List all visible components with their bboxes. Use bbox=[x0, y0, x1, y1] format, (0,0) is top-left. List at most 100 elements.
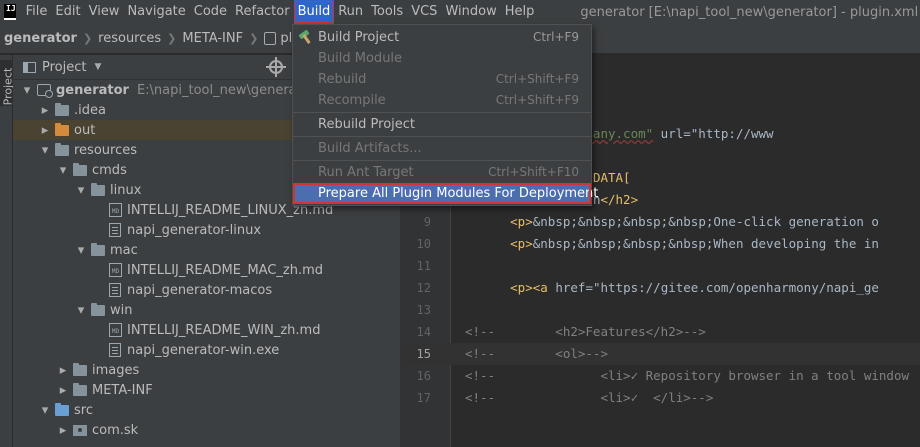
menu-item-label: Build Project bbox=[318, 30, 400, 45]
menu-item-label: Prepare All Plugin Modules For Deploymen… bbox=[318, 186, 599, 201]
build-menu-dropdown: Build Project Ctrl+F9 Build Module Rebuild C… bbox=[292, 24, 598, 206]
code-line[interactable]: 13 bbox=[401, 299, 920, 321]
menu-file[interactable]: File bbox=[22, 0, 52, 24]
line-number: 15 bbox=[416, 347, 431, 361]
code-text: <!-- <ol>--> bbox=[465, 346, 608, 361]
code-text: <p>&nbsp;&nbsp;&nbsp;&nbsp;When developi… bbox=[510, 236, 879, 251]
code-line[interactable]: 16 <!-- <li>✓ Repository browser in a too… bbox=[401, 365, 920, 387]
breadcrumb-resources[interactable]: resources bbox=[98, 31, 161, 46]
code-line[interactable]: 15 <!-- <ol>--> bbox=[401, 343, 920, 365]
left-tool-strip: Project bbox=[0, 55, 15, 447]
tree-node-label: META-INF bbox=[92, 382, 153, 398]
menu-item-label: Run Ant Target bbox=[318, 165, 414, 180]
tree-node-label: win bbox=[110, 302, 133, 318]
tree-node[interactable]: ▸ images bbox=[13, 360, 400, 380]
menu-refactor[interactable]: Refactor bbox=[231, 0, 294, 24]
chevron-right-icon[interactable]: ▸ bbox=[57, 423, 69, 438]
chevron-right-icon: ❯ bbox=[82, 32, 93, 45]
menu-window[interactable]: Window bbox=[441, 0, 500, 24]
menu-item-rebuild-project[interactable]: Rebuild Project bbox=[293, 114, 591, 135]
menu-item-label: Recompile bbox=[318, 93, 386, 108]
breadcrumb-meta-inf[interactable]: META-INF bbox=[182, 31, 243, 46]
tree-node[interactable]: MD INTELLIJ_README_MAC_zh.md bbox=[13, 260, 400, 280]
chevron-down-icon[interactable]: ▾ bbox=[75, 303, 87, 318]
text-file-icon bbox=[109, 223, 121, 237]
chevron-down-icon[interactable]: ▼ bbox=[94, 62, 101, 72]
tree-node-label: INTELLIJ_README_MAC_zh.md bbox=[127, 262, 324, 278]
menu-navigate[interactable]: Navigate bbox=[123, 0, 189, 24]
code-line[interactable]: 10 <p>&nbsp;&nbsp;&nbsp;&nbsp;When devel… bbox=[401, 233, 920, 255]
tree-node[interactable]: ▾ src bbox=[13, 400, 400, 420]
code-line[interactable]: 17 <!-- <li>✓ </li>--> bbox=[401, 387, 920, 409]
editor-scrollbar[interactable] bbox=[910, 55, 920, 447]
menu-help[interactable]: Help bbox=[501, 0, 539, 24]
tree-node[interactable]: ▸ META-INF bbox=[13, 380, 400, 400]
line-number: 17 bbox=[416, 391, 431, 405]
code-text: <p>&nbsp;&nbsp;&nbsp;&nbsp;One-click gen… bbox=[510, 214, 879, 229]
source-folder-icon bbox=[55, 402, 69, 416]
chevron-right-icon[interactable]: ▸ bbox=[39, 103, 51, 118]
tree-node-label: mac bbox=[110, 242, 138, 258]
chevron-down-icon[interactable]: ▾ bbox=[75, 183, 87, 198]
code-line[interactable]: 11 bbox=[401, 255, 920, 277]
tree-node-label: napi_generator-macos bbox=[127, 282, 273, 298]
breadcrumb-project[interactable]: generator bbox=[4, 31, 77, 46]
menu-item-prepare-all-plugin-modules-for-deployment[interactable]: Prepare All Plugin Modules For Deploymen… bbox=[293, 183, 598, 204]
code-line[interactable]: 9 <p>&nbsp;&nbsp;&nbsp;&nbsp;One-click g… bbox=[401, 211, 920, 233]
menu-item-shortcut: Ctrl+Shift+F9 bbox=[495, 72, 579, 86]
menu-build[interactable]: Build bbox=[293, 0, 335, 24]
code-line[interactable]: 12 <p><a href="https://gitee.com/openhar… bbox=[401, 277, 920, 299]
menu-item-label: Rebuild Project bbox=[318, 117, 416, 132]
project-panel-title[interactable]: Project bbox=[42, 60, 86, 75]
tree-node-label: napi_generator-win.exe bbox=[127, 342, 280, 358]
menu-item-rebuild: Rebuild Ctrl+Shift+F9 bbox=[293, 69, 591, 90]
tree-node-label: resources bbox=[74, 142, 138, 158]
menu-vcs[interactable]: VCS bbox=[407, 0, 441, 24]
tree-node[interactable]: napi_generator-macos bbox=[13, 280, 400, 300]
chevron-down-icon[interactable]: ▾ bbox=[75, 243, 87, 258]
line-number: 14 bbox=[416, 325, 431, 339]
tree-node-label: src bbox=[74, 402, 93, 418]
chevron-down-icon[interactable]: ▾ bbox=[39, 403, 51, 418]
menu-view[interactable]: View bbox=[85, 0, 124, 24]
chevron-right-icon[interactable]: ▸ bbox=[57, 363, 69, 378]
menu-item-build-module: Build Module bbox=[293, 48, 591, 69]
code-line[interactable]: 14 <!-- <h2>Features</h2>--> bbox=[401, 321, 920, 343]
chevron-right-icon[interactable]: ▸ bbox=[57, 383, 69, 398]
chevron-right-icon: ❯ bbox=[249, 32, 259, 45]
menu-item-shortcut: Ctrl+F9 bbox=[533, 30, 579, 44]
menu-edit[interactable]: Edit bbox=[51, 0, 84, 24]
tree-node-label: INTELLIJ_README_WIN_zh.md bbox=[127, 322, 321, 338]
menu-item-build-project[interactable]: Build Project Ctrl+F9 bbox=[293, 27, 591, 48]
project-view-icon bbox=[23, 61, 36, 73]
markdown-file-icon: MD bbox=[109, 323, 122, 337]
menu-bar: IJ File Edit View Navigate Code Refactor… bbox=[0, 0, 920, 24]
chevron-down-icon[interactable]: ▾ bbox=[39, 143, 51, 158]
menu-item-label: Rebuild bbox=[318, 72, 367, 87]
menu-code[interactable]: Code bbox=[190, 0, 231, 24]
line-number: 10 bbox=[416, 237, 431, 251]
text-file-icon bbox=[109, 283, 121, 297]
folder-icon bbox=[73, 162, 87, 176]
chevron-down-icon[interactable]: ▾ bbox=[21, 83, 33, 98]
folder-icon bbox=[55, 102, 69, 116]
menu-tools[interactable]: Tools bbox=[367, 0, 407, 24]
tree-node[interactable]: napi_generator-win.exe bbox=[13, 340, 400, 360]
tree-node-label: com.sk bbox=[92, 422, 139, 438]
menu-item-shortcut: Ctrl+Shift+F9 bbox=[495, 93, 579, 107]
code-text: <!-- <li>✓ Repository browser in a tool … bbox=[465, 368, 910, 383]
tree-node[interactable]: MD INTELLIJ_README_WIN_zh.md bbox=[13, 320, 400, 340]
chevron-down-icon[interactable]: ▾ bbox=[57, 163, 69, 178]
folder-icon bbox=[91, 182, 105, 196]
chevron-right-icon[interactable]: ▸ bbox=[39, 123, 51, 138]
tree-node[interactable]: ▾ mac bbox=[13, 240, 400, 260]
tree-node[interactable]: ▾ win bbox=[13, 300, 400, 320]
project-tool-tab[interactable]: Project bbox=[0, 60, 15, 106]
menu-run[interactable]: Run bbox=[334, 0, 367, 24]
line-number: 11 bbox=[416, 259, 431, 273]
tree-node[interactable]: napi_generator-linux bbox=[13, 220, 400, 240]
tree-node[interactable]: ▸ com.sk bbox=[13, 420, 400, 440]
tree-node-label: images bbox=[92, 362, 140, 378]
locate-file-icon[interactable] bbox=[266, 57, 286, 77]
module-icon bbox=[37, 84, 53, 98]
